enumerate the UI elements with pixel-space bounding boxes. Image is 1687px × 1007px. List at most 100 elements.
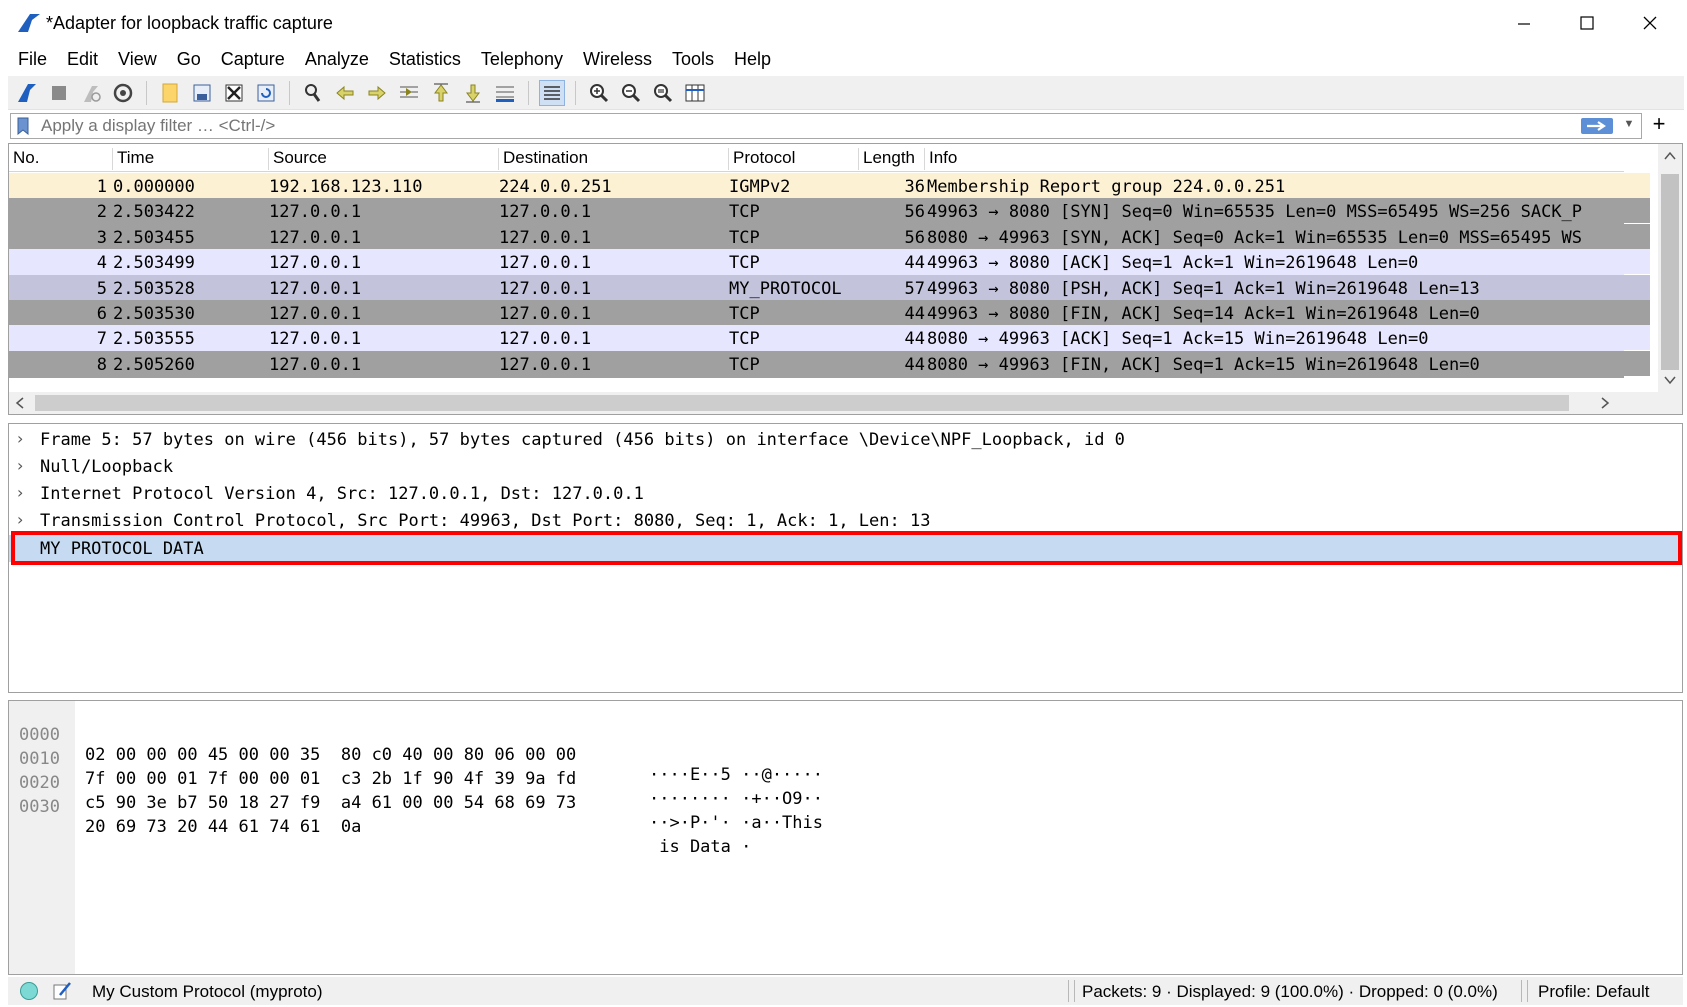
packet-minimap[interactable] <box>1624 144 1658 392</box>
capture-options-button[interactable] <box>110 80 136 106</box>
maximize-button[interactable] <box>1565 8 1609 38</box>
colorize-button[interactable] <box>539 79 565 106</box>
column-header-info[interactable]: Info <box>925 148 1624 170</box>
packet-cell-len: 44 <box>904 253 925 274</box>
bookmark-icon[interactable] <box>14 117 32 135</box>
packet-cell-len: 56 <box>904 202 925 223</box>
scroll-left-icon[interactable] <box>9 392 31 414</box>
zoom-out-button[interactable] <box>618 80 644 106</box>
chevron-right-icon[interactable]: › <box>17 510 33 529</box>
byte-ascii[interactable]: ········ ·+··O9·· <box>649 789 823 809</box>
packet-cell-src: 127.0.0.1 <box>269 329 362 350</box>
packet-list-horizontal-scrollbar[interactable] <box>9 392 1682 414</box>
status-profile-text[interactable]: Profile: Default <box>1538 982 1650 1002</box>
packet-row[interactable]: 4 2.503499 127.0.0.1 127.0.0.1 TCP 44 49963 → … <box>9 249 1624 277</box>
zoom-in-button[interactable] <box>586 80 612 106</box>
byte-ascii[interactable]: is Data · <box>649 837 751 857</box>
scroll-up-icon[interactable] <box>1658 144 1682 168</box>
go-to-packet-button[interactable] <box>396 80 422 106</box>
restart-capture-button[interactable] <box>78 80 104 106</box>
zoom-normal-button[interactable] <box>650 80 676 106</box>
add-filter-button-plus-icon[interactable]: + <box>1647 112 1671 138</box>
packet-cell-info: 49963 → 8080 [PSH, ACK] Seq=1 Ack=1 Win=… <box>927 278 1480 299</box>
byte-hex[interactable]: 02 00 00 00 45 00 00 35 80 c0 40 00 80 0… <box>85 745 576 765</box>
packet-cell-src: 192.168.123.110 <box>269 177 423 197</box>
menu-view[interactable]: View <box>108 46 167 74</box>
menu-statistics[interactable]: Statistics <box>379 46 471 74</box>
first-packet-button[interactable] <box>428 80 454 106</box>
menu-wireless[interactable]: Wireless <box>573 46 662 74</box>
packet-row[interactable]: 5 2.503528 127.0.0.1 127.0.0.1 MY_PROTOCOL 57… <box>9 274 1624 302</box>
column-header-source[interactable]: Source <box>269 148 499 170</box>
scroll-down-icon[interactable] <box>1658 368 1682 392</box>
apply-filter-button[interactable] <box>1581 118 1613 134</box>
close-file-icon <box>225 84 243 101</box>
resize-columns-button[interactable] <box>682 80 708 106</box>
packet-row[interactable]: 6 2.503530 127.0.0.1 127.0.0.1 TCP 44 49963 → … <box>9 300 1624 327</box>
column-header-no[interactable]: No. <box>9 148 113 170</box>
expert-info-led-icon[interactable] <box>20 982 38 1000</box>
detail-row-frame[interactable]: › Frame 5: 57 bytes on wire (456 bits), … <box>9 426 1682 453</box>
start-capture-button[interactable] <box>14 80 40 106</box>
detail-row-tcp[interactable]: › Transmission Control Protocol, Src Por… <box>9 507 1682 534</box>
save-file-button[interactable] <box>189 80 215 106</box>
detail-row-my-protocol[interactable]: MY PROTOCOL DATA <box>9 535 1682 562</box>
packet-row[interactable]: 7 2.503555 127.0.0.1 127.0.0.1 TCP 44 8080 → 4… <box>9 325 1624 353</box>
byte-offset: 0030 <box>19 797 60 817</box>
byte-ascii[interactable]: ····E··5 ··@····· <box>649 765 823 785</box>
minimize-button[interactable] <box>1502 8 1546 38</box>
packet-row[interactable]: 2 2.503422 127.0.0.1 127.0.0.1 TCP 56 49963 → … <box>9 198 1624 226</box>
go-forward-button[interactable] <box>364 80 390 106</box>
chevron-right-icon[interactable]: › <box>17 483 33 502</box>
autoscroll-button[interactable] <box>492 80 518 106</box>
menu-telephony[interactable]: Telephony <box>471 46 573 74</box>
byte-hex[interactable]: 20 69 73 20 44 61 74 61 0a <box>85 817 361 837</box>
go-back-button[interactable] <box>332 80 358 106</box>
open-file-button[interactable] <box>157 80 183 106</box>
stop-capture-button[interactable] <box>46 80 72 106</box>
menu-file[interactable]: File <box>8 46 57 74</box>
packet-cell-dst: 127.0.0.1 <box>499 253 592 274</box>
scrollbar-thumb[interactable] <box>35 395 1569 411</box>
chevron-right-icon[interactable]: › <box>17 429 33 448</box>
options-gear-icon <box>113 83 133 102</box>
column-header-protocol[interactable]: Protocol <box>729 148 859 170</box>
column-header-length[interactable]: Length <box>859 148 925 170</box>
scroll-right-icon[interactable] <box>1594 392 1616 414</box>
packet-row[interactable]: 3 2.503455 127.0.0.1 127.0.0.1 TCP 56 8080 → 4… <box>9 223 1624 251</box>
packet-list-vertical-scrollbar[interactable] <box>1658 144 1682 392</box>
menu-bar: File Edit View Go Capture Analyze Statis… <box>0 46 1687 74</box>
menu-help[interactable]: Help <box>724 46 781 74</box>
packet-cell-src: 127.0.0.1 <box>269 202 362 223</box>
detail-row-ip[interactable]: › Internet Protocol Version 4, Src: 127.… <box>9 480 1682 507</box>
menu-capture[interactable]: Capture <box>211 46 295 74</box>
colorize-icon <box>544 85 560 100</box>
go-back-icon <box>336 85 354 100</box>
column-header-destination[interactable]: Destination <box>499 148 729 170</box>
filter-history-dropdown[interactable]: ▼ <box>1621 118 1637 134</box>
reload-file-button[interactable] <box>253 80 279 106</box>
last-packet-button[interactable] <box>460 80 486 106</box>
scrollbar-thumb[interactable] <box>1661 174 1679 370</box>
menu-edit[interactable]: Edit <box>57 46 108 74</box>
packet-row[interactable]: 8 2.505260 127.0.0.1 127.0.0.1 TCP 44 8080 → 4… <box>9 350 1624 378</box>
column-header-time[interactable]: Time <box>113 148 269 170</box>
capture-comment-edit-icon[interactable] <box>52 981 72 1001</box>
menu-analyze[interactable]: Analyze <box>295 46 379 74</box>
close-file-button[interactable] <box>221 80 247 106</box>
minimap-marker <box>1624 350 1650 376</box>
byte-hex[interactable]: 7f 00 00 01 7f 00 00 01 c3 2b 1f 90 4f 3… <box>85 769 576 789</box>
menu-tools[interactable]: Tools <box>662 46 724 74</box>
packet-row[interactable]: 1 0.000000 192.168.123.110 224.0.0.251 IGMPv… <box>9 173 1624 200</box>
detail-row-null-loopback[interactable]: › Null/Loopback <box>9 453 1682 480</box>
menu-go[interactable]: Go <box>167 46 211 74</box>
find-packet-button[interactable] <box>300 80 326 106</box>
byte-ascii[interactable]: ··>·P·'· ·a··This <box>649 813 823 833</box>
close-button[interactable] <box>1628 8 1672 38</box>
packet-cell-time: 2.503499 <box>113 253 195 274</box>
byte-hex[interactable]: c5 90 3e b7 50 18 27 f9 a4 61 00 00 54 6… <box>85 793 576 813</box>
bytes-row: 0030 20 69 73 20 44 61 74 61 0a is Data … <box>9 777 751 857</box>
toolbar-separator <box>575 80 576 105</box>
chevron-right-icon[interactable]: › <box>17 456 33 475</box>
display-filter-input[interactable] <box>41 115 1581 137</box>
